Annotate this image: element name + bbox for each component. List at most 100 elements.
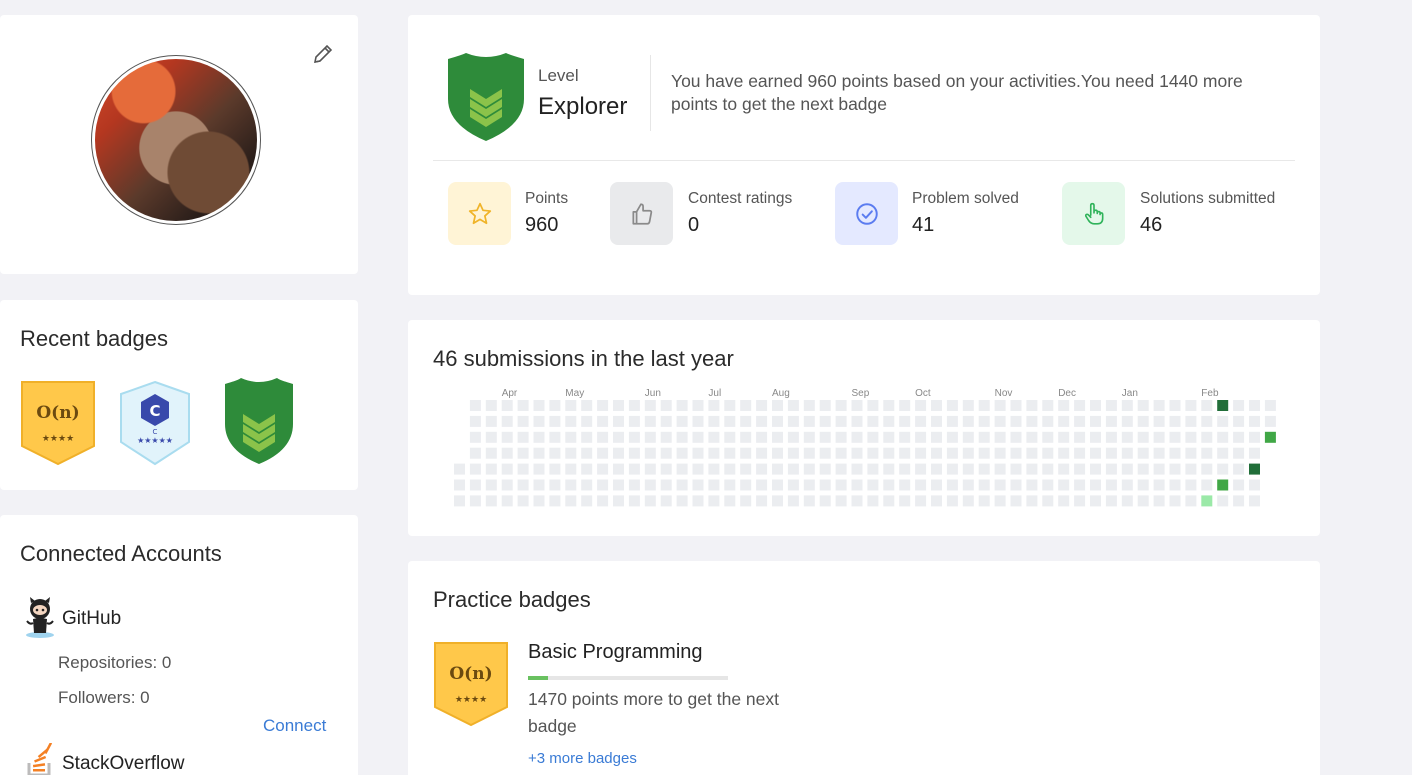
heatmap-cell[interactable] xyxy=(899,415,911,427)
heatmap-cell[interactable] xyxy=(644,400,656,411)
heatmap-cell[interactable] xyxy=(708,495,720,507)
heatmap-cell[interactable] xyxy=(644,479,656,491)
heatmap-cell[interactable] xyxy=(899,447,911,459)
heatmap-cell[interactable] xyxy=(915,400,927,411)
heatmap-cell[interactable] xyxy=(485,400,497,411)
heatmap-cell[interactable] xyxy=(1153,415,1165,427)
heatmap-cell[interactable] xyxy=(946,463,958,475)
heatmap-cell[interactable] xyxy=(1233,400,1245,411)
heatmap-cell[interactable] xyxy=(962,400,974,411)
heatmap-cell[interactable] xyxy=(1185,400,1197,411)
heatmap-cell[interactable] xyxy=(867,431,879,443)
heatmap-cell[interactable] xyxy=(1121,495,1133,507)
heatmap-cell[interactable] xyxy=(1249,415,1260,427)
heatmap-cell[interactable] xyxy=(1137,463,1149,475)
heatmap-cell[interactable] xyxy=(867,495,879,507)
heatmap-cell[interactable] xyxy=(724,479,736,491)
heatmap-cell[interactable] xyxy=(613,495,624,507)
heatmap-cell[interactable] xyxy=(1090,431,1101,443)
heatmap-cell[interactable] xyxy=(978,431,990,443)
heatmap-cell[interactable] xyxy=(454,495,465,507)
heatmap-cell[interactable] xyxy=(883,463,895,475)
heatmap-cell[interactable] xyxy=(597,431,609,443)
heatmap-cell[interactable] xyxy=(994,400,1006,411)
heatmap-cell[interactable] xyxy=(676,431,688,443)
heatmap-cell[interactable] xyxy=(1153,479,1165,491)
heatmap-cell[interactable] xyxy=(549,415,561,427)
heatmap-cell[interactable] xyxy=(565,400,577,411)
heatmap-cell[interactable] xyxy=(644,431,656,443)
heatmap-cell[interactable] xyxy=(533,415,545,427)
heatmap-cell[interactable] xyxy=(867,415,879,427)
heatmap-cell[interactable] xyxy=(692,463,704,475)
heatmap-cell[interactable] xyxy=(660,400,672,411)
heatmap-cell[interactable] xyxy=(819,463,831,475)
heatmap-cell[interactable] xyxy=(978,447,990,459)
heatmap-cell[interactable] xyxy=(1010,463,1022,475)
heatmap-cell[interactable] xyxy=(708,400,720,411)
heatmap-cell[interactable] xyxy=(915,415,927,427)
heatmap-cell[interactable] xyxy=(1026,495,1038,507)
heatmap-cell[interactable] xyxy=(724,431,736,443)
heatmap-cell[interactable] xyxy=(1233,463,1245,475)
heatmap-cell[interactable] xyxy=(1090,495,1101,507)
heatmap-cell[interactable] xyxy=(962,479,974,491)
heatmap-cell[interactable] xyxy=(756,479,768,491)
heatmap-cell[interactable] xyxy=(835,479,847,491)
heatmap-cell[interactable] xyxy=(1074,415,1086,427)
heatmap-cell[interactable] xyxy=(1090,400,1101,411)
heatmap-cell[interactable] xyxy=(517,495,529,507)
heatmap-cell[interactable] xyxy=(1249,479,1260,491)
heatmap-cell[interactable] xyxy=(851,447,863,459)
heatmap-cell[interactable] xyxy=(772,400,783,411)
heatmap-cell[interactable] xyxy=(660,479,672,491)
heatmap-cell[interactable] xyxy=(1105,415,1117,427)
heatmap-cell[interactable] xyxy=(1169,415,1181,427)
heatmap-cell[interactable] xyxy=(1137,479,1149,491)
heatmap-cell[interactable] xyxy=(708,431,720,443)
heatmap-cell[interactable] xyxy=(485,495,497,507)
heatmap-cell[interactable] xyxy=(835,463,847,475)
heatmap-cell[interactable] xyxy=(899,495,911,507)
heatmap-cell[interactable] xyxy=(628,463,640,475)
heatmap-cell[interactable] xyxy=(533,463,545,475)
more-badges-link[interactable]: +3 more badges xyxy=(528,750,637,767)
heatmap-cell[interactable] xyxy=(1169,463,1181,475)
heatmap-cell[interactable] xyxy=(1121,447,1133,459)
heatmap-cell[interactable] xyxy=(931,400,942,411)
heatmap-cell[interactable] xyxy=(1153,447,1165,459)
heatmap-cell[interactable] xyxy=(692,400,704,411)
heatmap-cell[interactable] xyxy=(740,479,752,491)
heatmap-cell[interactable] xyxy=(883,495,895,507)
heatmap-cell[interactable] xyxy=(994,463,1006,475)
heatmap-cell[interactable] xyxy=(1201,495,1213,507)
heatmap-cell[interactable] xyxy=(533,479,545,491)
heatmap-cell[interactable] xyxy=(867,447,879,459)
heatmap-cell[interactable] xyxy=(931,431,942,443)
on-complexity-badge-icon[interactable]: O(n) ★★★★ xyxy=(433,641,509,732)
heatmap-cell[interactable] xyxy=(1026,431,1038,443)
heatmap-cell[interactable] xyxy=(485,479,497,491)
heatmap-cell[interactable] xyxy=(1026,479,1038,491)
heatmap-cell[interactable] xyxy=(1217,479,1229,491)
heatmap-cell[interactable] xyxy=(867,463,879,475)
heatmap-cell[interactable] xyxy=(565,463,577,475)
heatmap-cell[interactable] xyxy=(756,400,768,411)
heatmap-cell[interactable] xyxy=(819,479,831,491)
heatmap-cell[interactable] xyxy=(962,431,974,443)
heatmap-cell[interactable] xyxy=(581,463,593,475)
heatmap-cell[interactable] xyxy=(597,400,609,411)
heatmap-cell[interactable] xyxy=(946,447,958,459)
heatmap-cell[interactable] xyxy=(851,415,863,427)
heatmap-cell[interactable] xyxy=(660,463,672,475)
heatmap-cell[interactable] xyxy=(1010,431,1022,443)
heatmap-cell[interactable] xyxy=(835,495,847,507)
heatmap-cell[interactable] xyxy=(1201,400,1213,411)
heatmap-cell[interactable] xyxy=(978,495,990,507)
heatmap-cell[interactable] xyxy=(867,479,879,491)
heatmap-cell[interactable] xyxy=(660,447,672,459)
heatmap-cell[interactable] xyxy=(676,463,688,475)
heatmap-cell[interactable] xyxy=(501,400,513,411)
heatmap-cell[interactable] xyxy=(628,431,640,443)
heatmap-cell[interactable] xyxy=(1074,447,1086,459)
